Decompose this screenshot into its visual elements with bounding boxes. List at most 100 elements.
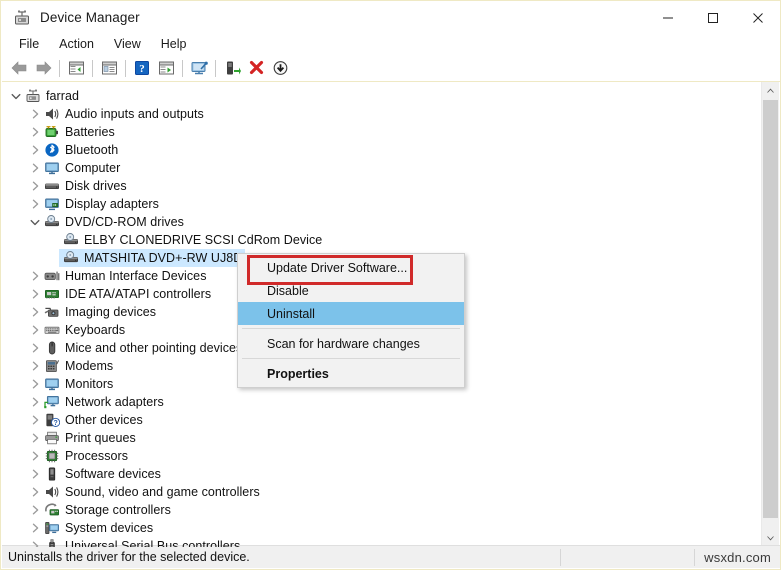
chevron-right-icon[interactable] <box>27 267 43 285</box>
tree-item-label: Batteries <box>65 125 115 139</box>
speaker-icon <box>43 483 60 501</box>
tree-item-print-queues[interactable]: Print queues <box>2 429 757 447</box>
chevron-right-icon[interactable] <box>27 465 43 483</box>
properties-icon[interactable] <box>97 57 121 79</box>
device-manager-icon <box>13 9 31 27</box>
mouse-icon <box>43 339 60 357</box>
scrollbar-thumb[interactable] <box>763 100 778 518</box>
statusbar-divider <box>560 549 561 566</box>
chevron-right-icon[interactable] <box>27 411 43 429</box>
tree-item-batteries[interactable]: Batteries <box>2 123 757 141</box>
scroll-up-icon[interactable] <box>762 82 779 99</box>
chevron-right-icon[interactable] <box>27 123 43 141</box>
tree-item-label: Processors <box>65 449 129 463</box>
context-menu-item-update-driver-software[interactable]: Update Driver Software... <box>238 256 464 279</box>
chevron-right-icon[interactable] <box>27 303 43 321</box>
back-icon[interactable] <box>7 57 31 79</box>
tree-item-label: Universal Serial Bus controllers <box>65 539 241 547</box>
chevron-right-icon[interactable] <box>27 501 43 519</box>
chevron-right-icon[interactable] <box>27 519 43 537</box>
menu-help[interactable]: Help <box>151 35 197 53</box>
speaker-icon <box>43 105 60 123</box>
unknown-device-icon: ? <box>43 411 60 429</box>
device-manager-window: Device Manager File Action View Help ? f… <box>0 0 781 570</box>
chevron-right-icon[interactable] <box>27 429 43 447</box>
maximize-icon[interactable] <box>690 2 735 33</box>
status-bar: Uninstalls the driver for the selected d… <box>2 545 780 568</box>
tree-item-software-devices[interactable]: Software devices <box>2 465 757 483</box>
chevron-right-icon[interactable] <box>27 537 43 547</box>
tree-item-label: Network adapters <box>65 395 164 409</box>
tree-item-computer[interactable]: Computer <box>2 159 757 177</box>
chevron-right-icon[interactable] <box>27 375 43 393</box>
chevron-right-icon[interactable] <box>27 321 43 339</box>
update-driver-software-icon[interactable] <box>220 57 244 79</box>
tree-item-bluetooth[interactable]: Bluetooth <box>2 141 757 159</box>
show-hide-console-tree-icon[interactable] <box>64 57 88 79</box>
software-device-icon <box>43 465 60 483</box>
context-menu-item-disable[interactable]: Disable <box>238 279 464 302</box>
uninstall-device-icon[interactable] <box>244 57 268 79</box>
show-hide-action-pane-icon[interactable] <box>154 57 178 79</box>
chevron-right-icon[interactable] <box>27 339 43 357</box>
vertical-scrollbar[interactable] <box>761 82 779 547</box>
tree-item-elby-clonedrive-scsi-cdrom-device[interactable]: ELBY CLONEDRIVE SCSI CdRom Device <box>2 231 757 249</box>
tree-twisty-spacer <box>46 231 62 249</box>
toolbar-separator <box>92 59 93 77</box>
svg-text:?: ? <box>139 63 145 75</box>
tree-item-sound-video-and-game-controllers[interactable]: Sound, video and game controllers <box>2 483 757 501</box>
tree-item-display-adapters[interactable]: Display adapters <box>2 195 757 213</box>
chevron-right-icon[interactable] <box>27 357 43 375</box>
disable-device-icon[interactable] <box>268 57 292 79</box>
svg-text:?: ? <box>53 420 57 427</box>
tree-item-farrad[interactable]: farrad <box>2 87 757 105</box>
optical-drive-icon <box>43 213 60 231</box>
menu-bar: File Action View Help <box>2 33 780 55</box>
forward-icon[interactable] <box>31 57 55 79</box>
help-icon[interactable]: ? <box>130 57 154 79</box>
chevron-right-icon[interactable] <box>27 105 43 123</box>
tree-item-label: Monitors <box>65 377 114 391</box>
scan-for-hardware-changes-icon[interactable] <box>187 57 211 79</box>
tree-twisty-spacer <box>46 249 62 267</box>
chevron-right-icon[interactable] <box>27 159 43 177</box>
chevron-right-icon[interactable] <box>27 195 43 213</box>
monitor-icon <box>43 159 60 177</box>
computer-root-icon <box>24 87 41 105</box>
tree-item-system-devices[interactable]: System devices <box>2 519 757 537</box>
menu-action[interactable]: Action <box>49 35 104 53</box>
minimize-icon[interactable] <box>645 2 690 33</box>
context-menu-item-scan-for-hardware-changes[interactable]: Scan for hardware changes <box>238 332 464 355</box>
tree-item-storage-controllers[interactable]: Storage controllers <box>2 501 757 519</box>
close-icon[interactable] <box>735 2 780 33</box>
tree-item-disk-drives[interactable]: Disk drives <box>2 177 757 195</box>
context-menu-item-uninstall[interactable]: Uninstall <box>238 302 464 325</box>
chevron-right-icon[interactable] <box>27 177 43 195</box>
tree-item-audio-inputs-and-outputs[interactable]: Audio inputs and outputs <box>2 105 757 123</box>
tree-item-label: Computer <box>65 161 121 175</box>
toolbar-separator <box>182 59 183 77</box>
chevron-right-icon[interactable] <box>27 447 43 465</box>
processor-icon <box>43 447 60 465</box>
chevron-down-icon[interactable] <box>27 213 43 231</box>
tree-item-processors[interactable]: Processors <box>2 447 757 465</box>
tree-item-dvd-cd-rom-drives[interactable]: DVD/CD-ROM drives <box>2 213 757 231</box>
tree-item-network-adapters[interactable]: Network adapters <box>2 393 757 411</box>
tree-item-label: Mice and other pointing devices <box>65 341 243 355</box>
optical-drive-icon <box>62 231 79 249</box>
tree-item-other-devices[interactable]: ? Other devices <box>2 411 757 429</box>
system-device-icon <box>43 519 60 537</box>
context-menu-item-properties[interactable]: Properties <box>238 362 464 385</box>
chevron-right-icon[interactable] <box>27 483 43 501</box>
menu-file[interactable]: File <box>9 35 49 53</box>
chevron-right-icon[interactable] <box>27 393 43 411</box>
toolbar-separator <box>215 59 216 77</box>
chevron-down-icon[interactable] <box>8 87 24 105</box>
menu-view[interactable]: View <box>104 35 151 53</box>
tree-item-label: ELBY CLONEDRIVE SCSI CdRom Device <box>84 233 323 247</box>
context-menu[interactable]: Update Driver Software... Disable Uninstal… <box>237 253 465 388</box>
chevron-right-icon[interactable] <box>27 285 43 303</box>
status-message: Uninstalls the driver for the selected d… <box>8 550 250 564</box>
chevron-right-icon[interactable] <box>27 141 43 159</box>
tree-item-label: Imaging devices <box>65 305 157 319</box>
